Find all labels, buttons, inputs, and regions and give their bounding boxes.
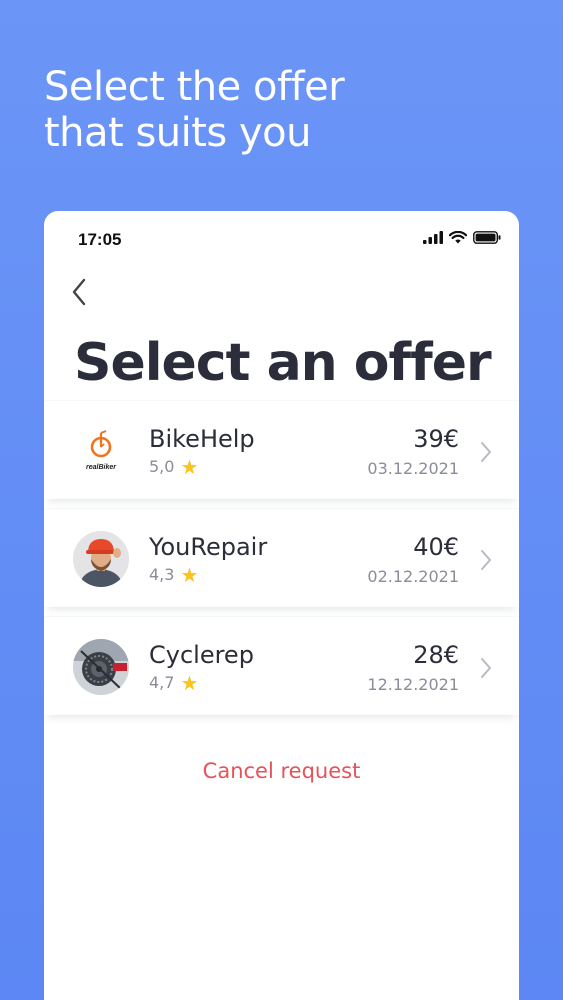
offer-price: 39€ <box>413 425 459 453</box>
offer-name: BikeHelp <box>149 425 255 453</box>
headline-line-1: Select the offer <box>44 64 345 110</box>
star-icon: ★ <box>180 670 199 695</box>
star-icon: ★ <box>180 454 199 479</box>
bikehelp-logo: realBiker <box>73 423 129 479</box>
battery-icon <box>473 231 501 244</box>
headline: Select the offer that suits you <box>44 64 345 156</box>
offer-date: 03.12.2021 <box>367 459 459 478</box>
rating-value: 4,7 <box>149 673 175 692</box>
worker-avatar-icon <box>73 531 129 587</box>
logo-text: realBiker <box>86 464 117 471</box>
chevron-right-icon <box>481 658 491 678</box>
chevron-right-icon <box>481 442 491 462</box>
yourepair-avatar <box>73 531 129 587</box>
back-button[interactable] <box>64 277 94 307</box>
offer-rating: 4,7 ★ <box>149 670 199 695</box>
headline-line-2: that suits you <box>44 110 311 156</box>
offer-rating: 4,3 ★ <box>149 562 199 587</box>
offer-list: realBiker BikeHelp 5,0 ★ 39€ 03.12.2021 <box>44 401 519 725</box>
cyclerep-avatar <box>73 639 129 695</box>
chevron-left-icon <box>72 278 86 306</box>
offer-rating: 5,0 ★ <box>149 454 199 479</box>
offer-date: 12.12.2021 <box>367 675 459 694</box>
offer-name: YouRepair <box>149 533 268 561</box>
chevron-right-icon <box>481 550 491 570</box>
status-icons <box>423 231 501 244</box>
offer-price: 28€ <box>413 641 459 669</box>
offer-card-cyclerep[interactable]: Cyclerep 4,7 ★ 28€ 12.12.2021 <box>44 617 519 715</box>
signal-icon <box>423 231 443 244</box>
page-title: Select an offer <box>74 333 492 393</box>
bike-gear-avatar-icon <box>73 639 129 695</box>
status-time: 17:05 <box>78 230 122 249</box>
wifi-icon <box>449 231 467 244</box>
cancel-request-button[interactable]: Cancel request <box>44 759 519 783</box>
status-bar: 17:05 <box>44 211 519 267</box>
offer-date: 02.12.2021 <box>367 567 459 586</box>
rating-value: 5,0 <box>149 457 175 476</box>
offer-name: Cyclerep <box>149 641 254 669</box>
realbiker-logo-icon: realBiker <box>86 430 117 471</box>
offer-card-yourepair[interactable]: YouRepair 4,3 ★ 40€ 02.12.2021 <box>44 509 519 607</box>
rating-value: 4,3 <box>149 565 175 584</box>
star-icon: ★ <box>180 562 199 587</box>
phone-screen: 17:05 Select an offer realBiker BikeHelp… <box>44 211 519 1000</box>
offer-card-bikehelp[interactable]: realBiker BikeHelp 5,0 ★ 39€ 03.12.2021 <box>44 401 519 499</box>
offer-price: 40€ <box>413 533 459 561</box>
